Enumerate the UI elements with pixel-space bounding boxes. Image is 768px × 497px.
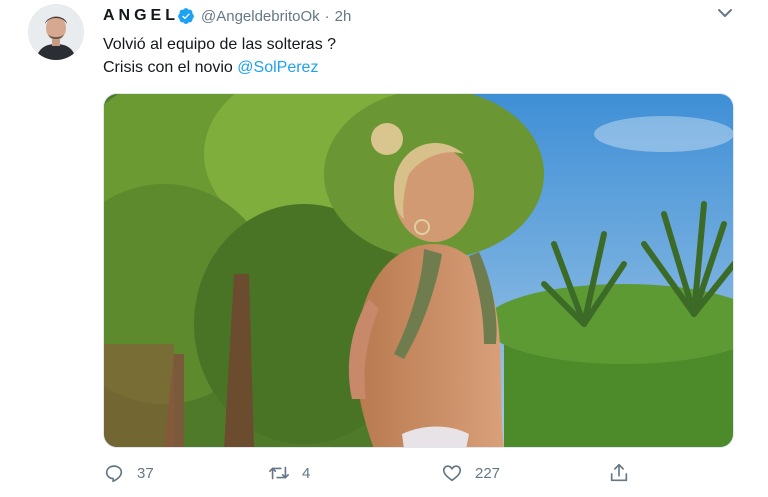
tweet-header: ANGEL @AngeldebritoOk · 2h [103, 5, 351, 27]
verified-badge-icon [178, 8, 194, 24]
reply-button[interactable]: 37 [103, 461, 154, 485]
separator-dot: · [324, 7, 330, 25]
mention-link[interactable]: @SolPerez [237, 59, 318, 76]
like-count: 227 [475, 464, 501, 482]
retweet-count: 4 [302, 464, 311, 482]
reply-count: 37 [137, 464, 154, 482]
photo-image [104, 94, 733, 447]
share-button[interactable] [608, 461, 642, 485]
retweet-button[interactable]: 4 [268, 461, 310, 485]
tweet-photo[interactable] [103, 93, 734, 448]
tweet-timestamp[interactable]: 2h [335, 8, 352, 25]
author-name[interactable]: ANGEL [103, 7, 179, 25]
reply-icon [105, 465, 123, 483]
avatar[interactable] [28, 4, 84, 60]
author-handle[interactable]: @AngeldebritoOk [201, 8, 320, 25]
chevron-down-icon[interactable] [714, 6, 736, 22]
like-button[interactable]: 227 [441, 461, 500, 485]
tweet-text-line-2: Crisis con el novio @SolPerez [103, 56, 336, 79]
tweet-text: Volvió al equipo de las solteras ? Crisi… [103, 33, 336, 79]
like-icon [442, 465, 462, 482]
tweet-text-line-2-prefix: Crisis con el novio [103, 59, 238, 76]
tweet-text-line-1: Volvió al equipo de las solteras ? [103, 36, 337, 53]
tweet-actions: 37 4 227 [103, 461, 643, 485]
tweet: ANGEL @AngeldebritoOk · 2h Volvió al equ… [0, 0, 768, 497]
share-icon [610, 463, 628, 482]
avatar-image [28, 4, 84, 60]
retweet-icon [269, 466, 289, 480]
